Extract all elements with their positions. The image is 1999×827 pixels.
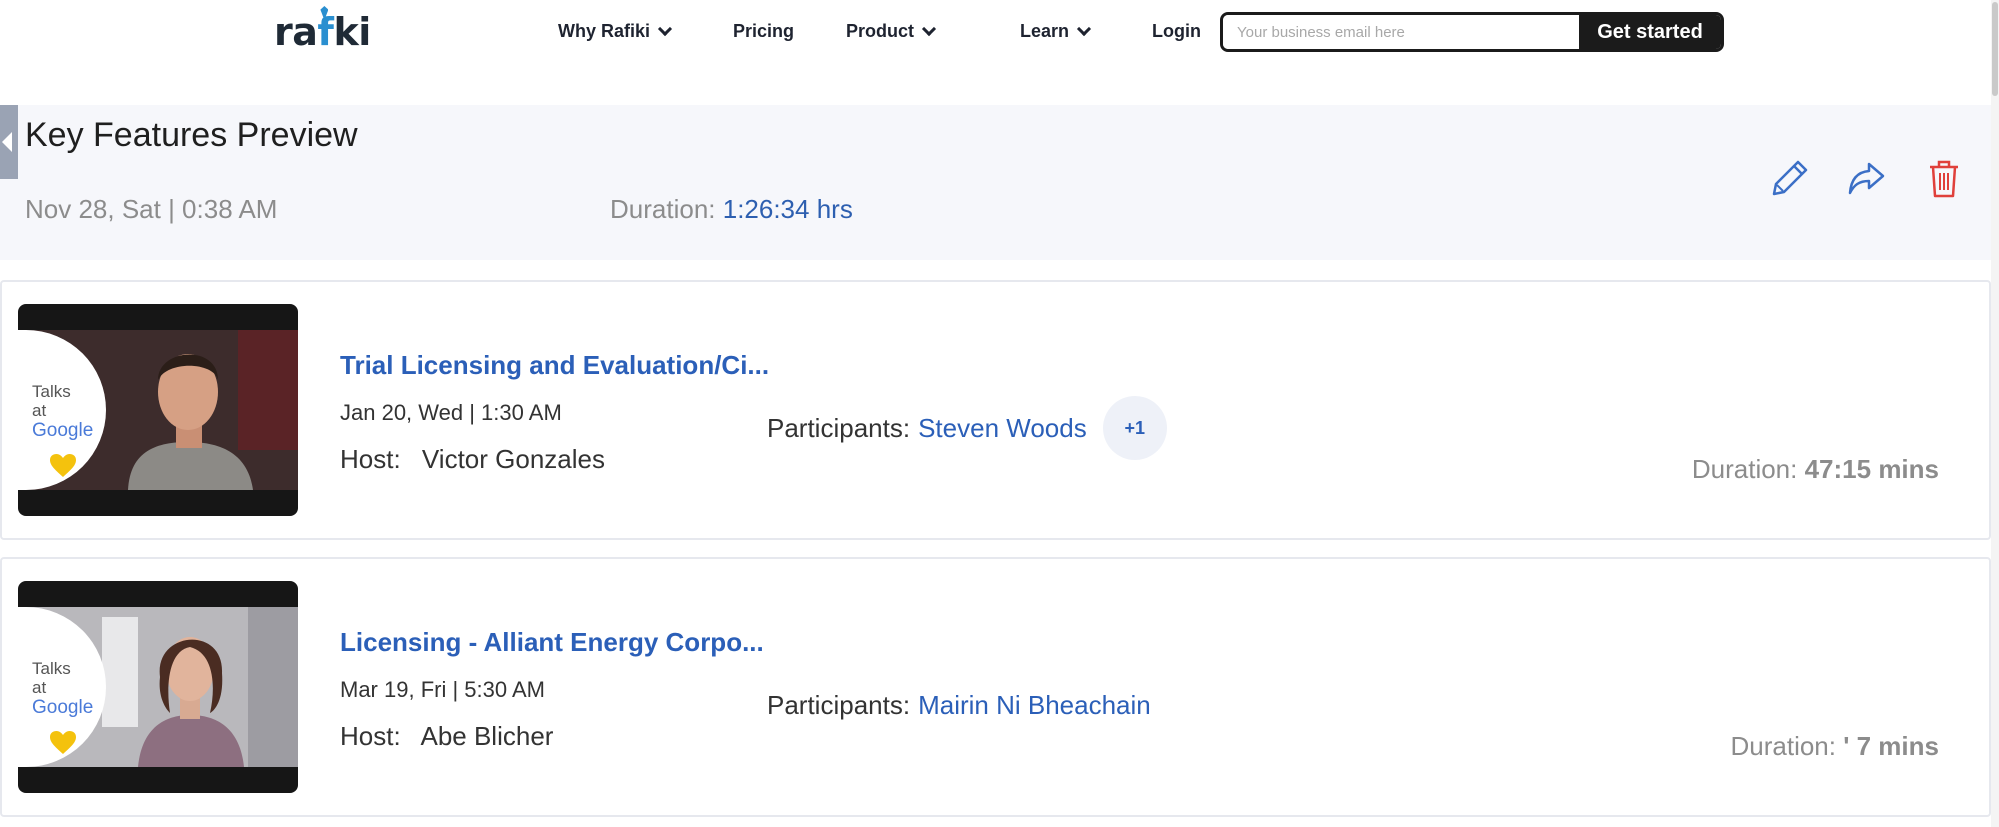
rafiki-logo[interactable]: raf ki — [274, 6, 371, 54]
nav-learn[interactable]: Learn — [1020, 21, 1092, 42]
call-card[interactable]: Talks at Google Licensing - Alliant Ener… — [0, 557, 1991, 817]
thumb-brand-google: Google — [32, 420, 94, 441]
participants-label: Participants: — [767, 689, 911, 720]
call-date: Jan 20, Wed | 1:30 AM — [340, 400, 562, 425]
header-duration: Duration: 1:26:34 hrs — [610, 194, 853, 225]
chevron-down-icon — [921, 21, 937, 36]
call-duration: Duration: 47:15 mins — [1692, 454, 1939, 485]
host-label: Host: — [340, 444, 401, 474]
nav-pricing-label: Pricing — [733, 21, 795, 41]
page-scrollbar[interactable] — [1991, 0, 1999, 827]
duration-label: Duration: — [1730, 731, 1836, 761]
heart-icon — [50, 454, 76, 477]
nav-why-rafiki[interactable]: Why Rafiki — [558, 21, 673, 42]
call-participants: Participants: Mairin Ni Bheachain — [767, 673, 1151, 737]
call-card[interactable]: Talks at Google Trial Licensing and Eval… — [0, 280, 1991, 540]
chevron-down-icon — [1076, 21, 1092, 36]
header-duration-value: 1:26:34 hrs — [722, 194, 853, 224]
share-icon[interactable] — [1845, 156, 1889, 200]
chevron-left-icon — [2, 132, 12, 152]
call-title-link[interactable]: Trial Licensing and Evaluation/Ci... — [340, 350, 769, 381]
host-name: Victor Gonzales — [421, 444, 605, 474]
nav-product[interactable]: Product — [846, 21, 937, 42]
nav-product-label: Product — [846, 21, 915, 41]
thumb-brand-google: Google — [32, 697, 94, 718]
duration-label: Duration: — [1691, 454, 1798, 484]
call-thumbnail[interactable]: Talks at Google — [18, 581, 298, 793]
thumb-brand-text: Talks at — [32, 382, 71, 420]
get-started-button[interactable]: Get started — [1579, 15, 1721, 49]
nav-learn-label: Learn — [1020, 21, 1070, 41]
edit-pencil-icon[interactable] — [1768, 156, 1812, 200]
nav-why-rafiki-label: Why Rafiki — [558, 21, 651, 41]
nav-login[interactable]: Login — [1152, 21, 1201, 42]
host-label: Host: — [340, 721, 401, 751]
business-email-input[interactable] — [1223, 15, 1579, 49]
call-duration: Duration: ' 7 mins — [1730, 731, 1939, 762]
header-date: Nov 28, Sat | 0:38 AM — [25, 194, 278, 224]
nav-login-label: Login — [1152, 21, 1201, 41]
call-title-link[interactable]: Licensing - Alliant Energy Corpo... — [340, 627, 764, 658]
duration-value: 47:15 mins — [1804, 454, 1939, 484]
trash-delete-icon[interactable] — [1922, 156, 1966, 200]
nav-pricing[interactable]: Pricing — [733, 21, 794, 42]
call-date: Mar 19, Fri | 5:30 AM — [340, 677, 546, 702]
heart-icon — [50, 731, 76, 754]
scrollbar-thumb[interactable] — [1992, 2, 1998, 96]
top-navigation: raf ki Why Rafiki Pricing Product Learn L… — [0, 0, 1999, 64]
host-name: Abe Blicher — [420, 721, 554, 751]
thumb-brand-text: Talks at — [32, 659, 71, 697]
collapse-sidebar-tab[interactable] — [0, 105, 18, 179]
call-host: Host: Abe Blicher — [340, 721, 553, 752]
call-thumbnail[interactable]: Talks at Google — [18, 304, 298, 516]
duration-value: ' 7 mins — [1843, 731, 1939, 761]
participant-name-link[interactable]: Steven Woods — [918, 413, 1087, 444]
signup-form: Get started — [1220, 12, 1724, 52]
more-participants-badge[interactable]: +1 — [1102, 396, 1167, 460]
call-participants: Participants: Steven Woods +1 — [767, 396, 1167, 460]
participant-name-link[interactable]: Mairin Ni Bheachain — [918, 690, 1151, 721]
chevron-down-icon — [657, 21, 673, 36]
call-host: Host: Victor Gonzales — [340, 444, 605, 475]
participants-label: Participants: — [767, 412, 911, 443]
header-duration-label: Duration: — [610, 194, 716, 224]
page-title: Key Features Preview — [25, 116, 358, 154]
